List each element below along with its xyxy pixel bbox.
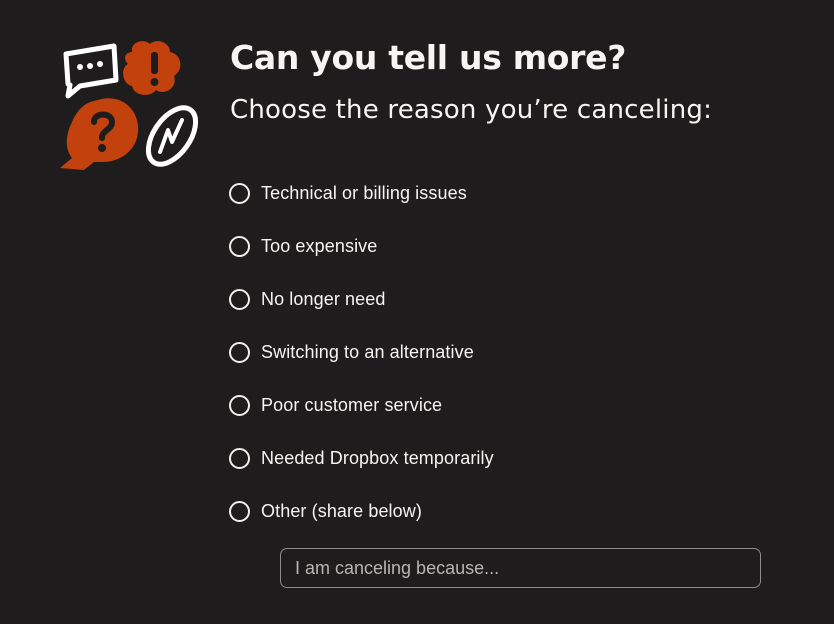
page-title: Can you tell us more? [230, 38, 627, 77]
reason-option-label: Other (share below) [261, 500, 422, 521]
reason-option-needed-temporarily[interactable]: Needed Dropbox temporarily [229, 443, 494, 473]
cancel-reason-input[interactable] [280, 548, 761, 588]
reason-option-label: Poor customer service [261, 394, 443, 415]
radio-button[interactable] [229, 182, 250, 204]
exclamation-bubble-icon [123, 41, 181, 95]
cancel-reason-options: Technical or billing issues Too expensiv… [229, 178, 494, 549]
speech-bubble-dots-icon [63, 43, 119, 99]
radio-button[interactable] [229, 235, 250, 257]
reason-option-label: No longer need [261, 288, 386, 309]
cancel-illustration-art [60, 41, 199, 170]
radio-button[interactable] [229, 394, 250, 416]
reason-option-poor-service[interactable]: Poor customer service [229, 390, 494, 420]
radio-button[interactable] [229, 288, 250, 310]
reason-option-technical-billing[interactable]: Technical or billing issues [229, 178, 494, 208]
reason-option-label: Too expensive [261, 235, 378, 256]
radio-button[interactable] [229, 341, 250, 363]
radio-button[interactable] [229, 447, 250, 469]
reason-option-label: Technical or billing issues [261, 182, 467, 203]
question-bubble-icon [60, 98, 139, 170]
reason-option-label: Switching to an alternative [261, 341, 474, 362]
reason-option-other[interactable]: Other (share below) [229, 496, 494, 526]
reason-option-too-expensive[interactable]: Too expensive [229, 231, 494, 261]
squiggle-circle-icon [145, 105, 199, 167]
reason-option-label: Needed Dropbox temporarily [261, 447, 494, 468]
page-subtitle: Choose the reason you’re canceling: [230, 95, 713, 125]
reason-option-switching-alternative[interactable]: Switching to an alternative [229, 337, 494, 367]
reason-option-no-longer-need[interactable]: No longer need [229, 284, 494, 314]
radio-button[interactable] [229, 500, 250, 522]
cancel-illustration [58, 38, 203, 173]
